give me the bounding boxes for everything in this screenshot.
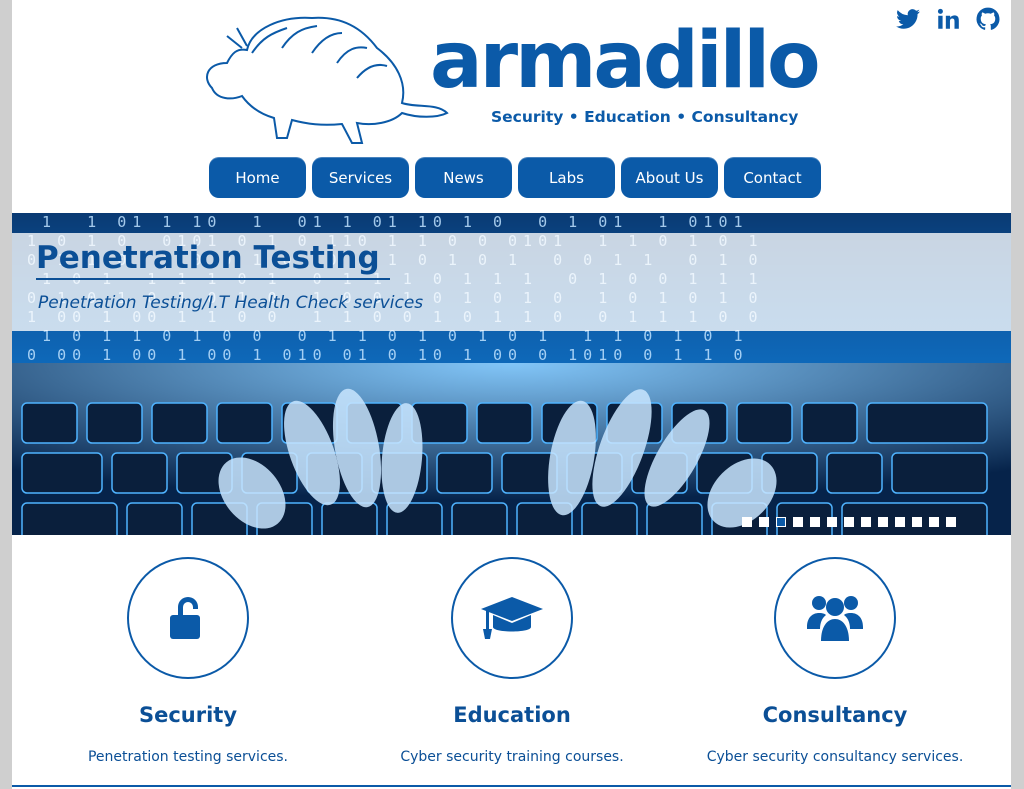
feature-security[interactable]: Security Penetration testing services. [38,557,338,765]
nav-about-us[interactable]: About Us [621,157,718,198]
features-section: Security Penetration testing services. E… [12,535,1011,789]
footer-divider [12,785,1011,787]
nav-home[interactable]: Home [209,157,306,198]
keyboard-image [12,363,1011,535]
graduation-cap-icon [481,597,543,639]
unlock-icon [170,597,200,639]
github-icon[interactable] [975,6,1001,32]
nav-contact[interactable]: Contact [724,157,821,198]
slider-dot-active[interactable] [776,517,786,527]
slider-dots [742,517,956,527]
logo[interactable]: armadillo Security • Education • Consult… [192,8,852,148]
users-icon [807,596,863,641]
slider-dot[interactable] [844,517,854,527]
hero-slider[interactable]: 1 1 01 1 10 1 01 1 01 10 1 0 0 1 01 1 01… [12,213,1011,535]
feature-desc: Cyber security consultancy services. [706,749,964,765]
hero-subtitle: Penetration Testing/I.T Health Check ser… [38,293,424,313]
feature-title: Consultancy [762,703,908,727]
hero-title: Penetration Testing [36,239,390,280]
nav-news[interactable]: News [415,157,512,198]
page: armadillo Security • Education • Consult… [12,0,1011,789]
feature-circle [774,557,896,679]
linkedin-icon[interactable] [935,6,961,32]
hero-caption: Penetration Testing Penetration Testing/… [12,233,1011,331]
feature-education[interactable]: Education Cyber security training course… [362,557,662,765]
feature-circle [451,557,573,679]
slider-dot[interactable] [759,517,769,527]
slider-dot[interactable] [793,517,803,527]
main-nav: Home Services News Labs About Us Contact [209,157,821,198]
feature-circle [127,557,249,679]
slider-dot[interactable] [861,517,871,527]
nav-labs[interactable]: Labs [518,157,615,198]
twitter-icon[interactable] [895,6,921,32]
brand-name: armadillo [430,16,821,106]
nav-services[interactable]: Services [312,157,409,198]
slider-dot[interactable] [878,517,888,527]
feature-consultancy[interactable]: Consultancy Cyber security consultancy s… [685,557,985,765]
slider-dot[interactable] [742,517,752,527]
slider-dot[interactable] [946,517,956,527]
brand-tagline: Security • Education • Consultancy [491,108,799,126]
feature-desc: Penetration testing services. [87,749,288,765]
feature-desc: Cyber security training courses. [400,749,624,765]
social-links [895,6,1001,32]
slider-dot[interactable] [929,517,939,527]
slider-dot[interactable] [912,517,922,527]
feature-title: Education [453,703,571,727]
slider-dot[interactable] [895,517,905,527]
slider-dot[interactable] [810,517,820,527]
slider-dot[interactable] [827,517,837,527]
feature-title: Security [138,703,238,727]
